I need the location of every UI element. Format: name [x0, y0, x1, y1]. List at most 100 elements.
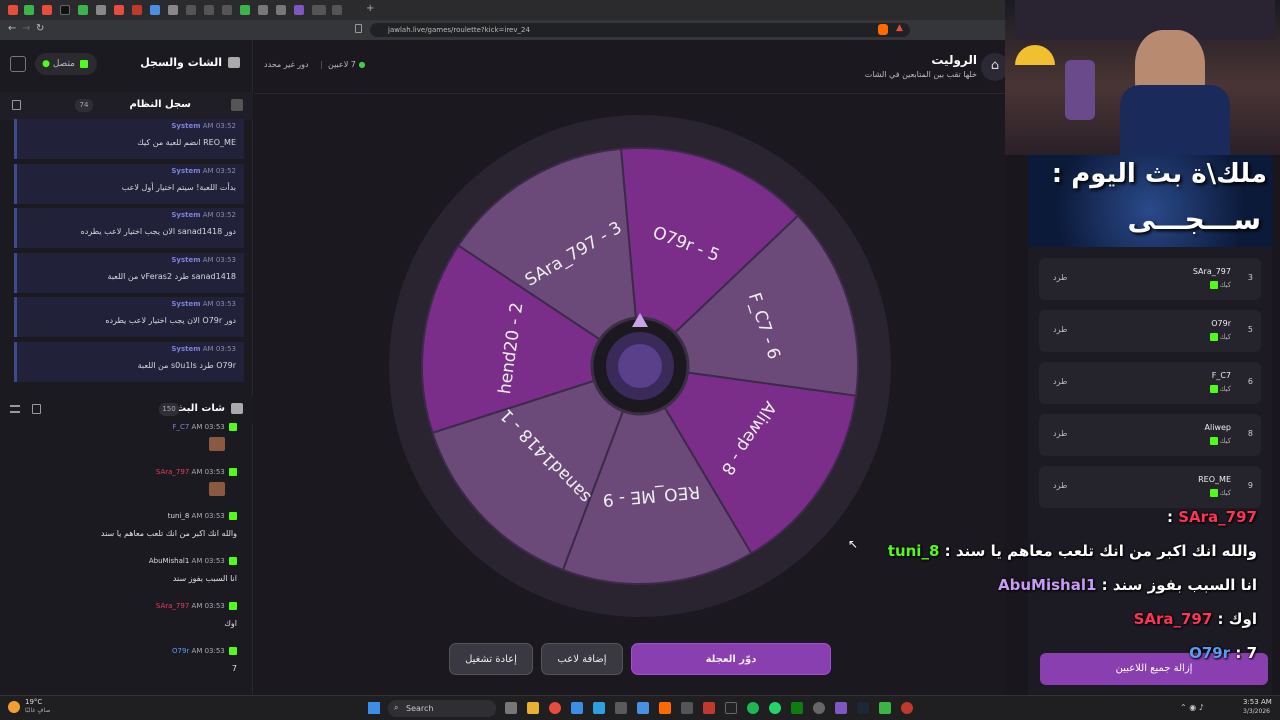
tab-icon[interactable]: [222, 5, 232, 15]
system-tray-icons[interactable]: ⌃ ◉ ♪: [1180, 703, 1204, 712]
clock-date[interactable]: 3/3/2026: [1243, 708, 1270, 715]
system-log-message: System AM 03:53 sanad1418 طرد vFeras2 من …: [14, 252, 244, 293]
streamer-webcam: [1005, 0, 1280, 155]
add-player-button[interactable]: إضافة لاعب: [541, 643, 623, 675]
app-icon[interactable]: [571, 702, 583, 714]
windows-taskbar: 19°C صافٍ غالبًا Search ⌕ ⌃ ◉ ♪ 3:53 AM …: [0, 695, 1280, 720]
overlay-chat-separator: :: [1235, 644, 1242, 662]
message-text: دور sanad1418 الان يجب اختيار لاعب يطرده: [80, 227, 236, 237]
app-icon[interactable]: [725, 702, 737, 714]
app-icon[interactable]: [813, 702, 825, 714]
player-name: REO_ME: [1198, 475, 1231, 484]
kick-icon: [1209, 385, 1218, 393]
tab-icon[interactable]: [240, 5, 250, 15]
overlay-chat-user: SAra_797: [1133, 610, 1213, 628]
turn-status: دور غير محدد: [264, 60, 309, 69]
whatsapp-icon[interactable]: [769, 702, 781, 714]
brave-icon[interactable]: [878, 24, 888, 35]
app-icon[interactable]: [879, 702, 891, 714]
clock-time[interactable]: 3:53 AM: [1243, 698, 1272, 706]
app-icon[interactable]: [549, 702, 561, 714]
trash-icon[interactable]: [32, 404, 41, 414]
tab-icon[interactable]: [114, 5, 124, 15]
url-field[interactable]: jawlah.live/games/roulette?kick=irev_24: [370, 23, 910, 37]
taskbar-search[interactable]: Search: [388, 700, 496, 717]
app-icon[interactable]: [901, 702, 913, 714]
mouse-cursor: ↖: [848, 537, 859, 551]
xbox-icon[interactable]: [791, 702, 803, 714]
kick-icon: [229, 557, 237, 566]
start-icon[interactable]: [368, 702, 380, 714]
back-icon[interactable]: ←: [8, 23, 16, 34]
tab-icon[interactable]: [132, 5, 142, 15]
divider: |: [320, 60, 323, 69]
kick-icon: [229, 601, 237, 610]
message-meta: F_C7 AM 03:53: [172, 423, 239, 431]
tab-icon[interactable]: [60, 5, 70, 15]
tab-icon[interactable]: [294, 5, 304, 15]
player-platform: كيك: [1208, 437, 1231, 445]
warning-icon[interactable]: ▲: [896, 23, 903, 33]
app-icon[interactable]: [747, 702, 759, 714]
app-icon[interactable]: [637, 702, 649, 714]
tab-icon[interactable]: [96, 5, 106, 15]
app-icon[interactable]: [835, 702, 847, 714]
tab-icon[interactable]: [186, 5, 196, 15]
kick-player-button[interactable]: طرد: [1053, 377, 1067, 386]
tab-icon[interactable]: [78, 5, 88, 15]
app-icon[interactable]: [527, 702, 539, 714]
players-count: ● 7 لاعبين: [328, 60, 366, 69]
collapse-panel-icon[interactable]: [10, 56, 26, 72]
brave-icon[interactable]: [659, 702, 671, 714]
kick-player-button[interactable]: طرد: [1053, 429, 1067, 438]
weather-icon[interactable]: [8, 701, 20, 713]
app-icon[interactable]: [615, 702, 627, 714]
menu-icon[interactable]: [10, 405, 20, 413]
kick-player-button[interactable]: طرد: [1053, 481, 1067, 490]
tab-icon[interactable]: [258, 5, 268, 15]
kick-player-button[interactable]: طرد: [1053, 325, 1067, 334]
active-tab[interactable]: [312, 5, 326, 15]
player-platform: كيك: [1208, 385, 1231, 393]
bookmark-icon[interactable]: [355, 24, 362, 33]
search-icon: ⌕: [394, 703, 399, 712]
app-icon[interactable]: [593, 702, 605, 714]
task-view-icon[interactable]: [505, 702, 517, 714]
tab-icon[interactable]: [8, 5, 18, 15]
app-icon[interactable]: [681, 702, 693, 714]
tab-icon[interactable]: [332, 5, 342, 15]
tab-icon[interactable]: [276, 5, 286, 15]
message-meta: System AM 03:52: [171, 211, 236, 219]
tab-icon[interactable]: [150, 5, 160, 15]
emote-image: [209, 481, 225, 496]
message-time: AM 03:53: [191, 467, 225, 476]
weather-temp: 19°C: [25, 698, 43, 706]
stream-chat-header[interactable]: شات البث 150: [0, 396, 253, 424]
tab-icon[interactable]: [204, 5, 214, 15]
overlay-chat-separator: :: [1167, 508, 1174, 526]
message-time: AM 03:53: [202, 345, 236, 353]
kick-player-button[interactable]: طرد: [1053, 273, 1067, 282]
roulette-wheel[interactable]: O79r - 5F_C7 - 6Aliwep - 8REO_ME - 9sana…: [384, 115, 904, 635]
tab-icon[interactable]: [168, 5, 178, 15]
steam-icon[interactable]: [857, 702, 869, 714]
player-number: 6: [1247, 377, 1253, 386]
tab-icon[interactable]: [24, 5, 34, 15]
restart-button[interactable]: إعادة تشغيل: [449, 643, 533, 675]
new-tab-icon[interactable]: +: [366, 3, 374, 14]
platform-label: كيك: [1219, 489, 1231, 497]
forward-icon[interactable]: →: [22, 23, 30, 34]
message-sender: System: [171, 166, 201, 175]
trash-icon[interactable]: [12, 100, 21, 110]
overlay-chat-user: SAra_797: [1178, 508, 1257, 526]
tab-icon[interactable]: [42, 5, 52, 15]
chat-message: SAra_797 AM 03:53 اوك: [0, 601, 245, 642]
system-log-message: System AM 03:52 دور sanad1418 الان يجب اخ…: [14, 208, 244, 249]
platform-label: كيك: [1219, 333, 1231, 341]
spin-wheel-button[interactable]: دوّر العجلة: [631, 643, 831, 675]
reload-icon[interactable]: ↻: [36, 23, 44, 34]
app-icon[interactable]: [703, 702, 715, 714]
overlay-chat-text: اوك: [1228, 610, 1257, 628]
stream-chat-title: شات البث: [176, 403, 225, 414]
system-log-header[interactable]: سجل النظام 74: [0, 92, 253, 120]
